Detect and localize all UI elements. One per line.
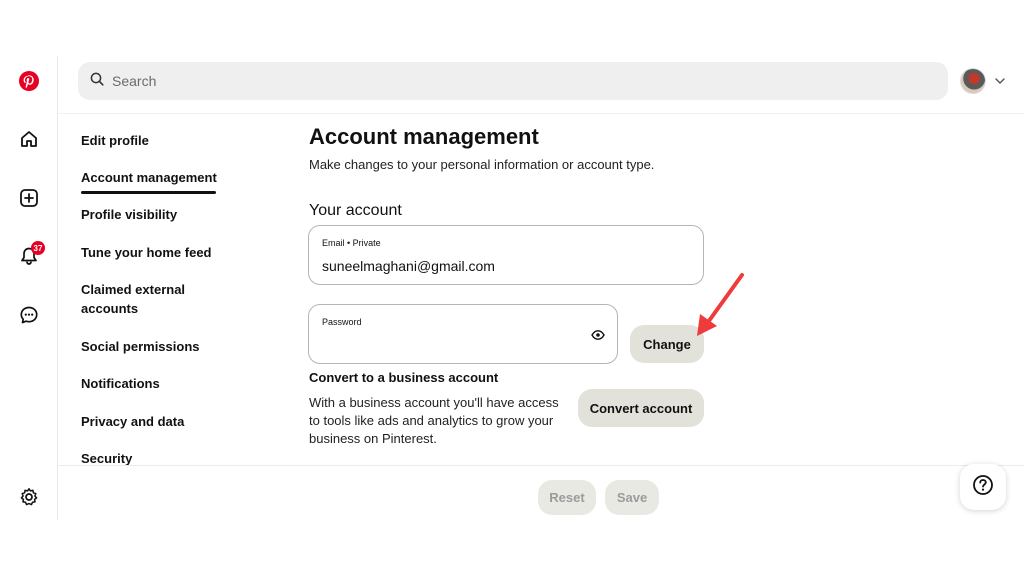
notification-count-badge: 37 bbox=[31, 241, 45, 255]
nav-item-profile-visibility[interactable]: Profile visibility bbox=[81, 205, 177, 224]
home-icon[interactable] bbox=[17, 127, 41, 151]
nav-item-tune-home-feed[interactable]: Tune your home feed bbox=[81, 243, 212, 262]
nav-item-account-management[interactable]: Account management bbox=[81, 168, 217, 187]
search-icon bbox=[90, 72, 104, 91]
page-subtitle: Make changes to your personal informatio… bbox=[309, 157, 655, 172]
save-button[interactable]: Save bbox=[605, 480, 659, 515]
email-field-value: suneelmaghani@gmail.com bbox=[322, 258, 495, 274]
password-field-label: Password bbox=[322, 317, 362, 327]
search-placeholder: Search bbox=[112, 73, 157, 89]
nav-item-social-permissions[interactable]: Social permissions bbox=[81, 337, 200, 356]
page-title: Account management bbox=[309, 124, 539, 149]
header-divider bbox=[58, 113, 1024, 114]
settings-icon[interactable] bbox=[17, 485, 41, 509]
nav-item-privacy-and-data[interactable]: Privacy and data bbox=[81, 412, 184, 431]
left-rail: 37 bbox=[0, 56, 58, 520]
reset-button[interactable]: Reset bbox=[538, 480, 596, 515]
search-input[interactable]: Search bbox=[78, 62, 948, 100]
convert-business-title: Convert to a business account bbox=[309, 370, 499, 385]
section-title-your-account: Your account bbox=[309, 202, 402, 219]
annotation-arrow-icon bbox=[690, 270, 750, 345]
convert-account-button[interactable]: Convert account bbox=[578, 389, 704, 427]
nav-item-claimed-external-accounts[interactable]: Claimed external accounts bbox=[81, 280, 201, 318]
nav-item-notifications[interactable]: Notifications bbox=[81, 374, 160, 393]
help-icon bbox=[972, 474, 994, 501]
chevron-down-icon[interactable] bbox=[994, 74, 1006, 92]
create-icon[interactable] bbox=[17, 186, 41, 210]
email-field[interactable]: Email • Private suneelmaghani@gmail.com bbox=[308, 225, 704, 285]
email-field-label: Email • Private bbox=[322, 238, 381, 248]
active-nav-indicator bbox=[81, 191, 216, 194]
messages-icon[interactable] bbox=[17, 303, 41, 327]
footer-divider bbox=[58, 465, 1024, 466]
eye-icon[interactable] bbox=[591, 328, 605, 347]
avatar[interactable] bbox=[960, 68, 986, 94]
help-button[interactable] bbox=[960, 464, 1006, 510]
convert-business-description: With a business account you'll have acce… bbox=[309, 395, 559, 446]
nav-item-edit-profile[interactable]: Edit profile bbox=[81, 131, 149, 150]
password-field[interactable]: Password bbox=[308, 304, 618, 364]
